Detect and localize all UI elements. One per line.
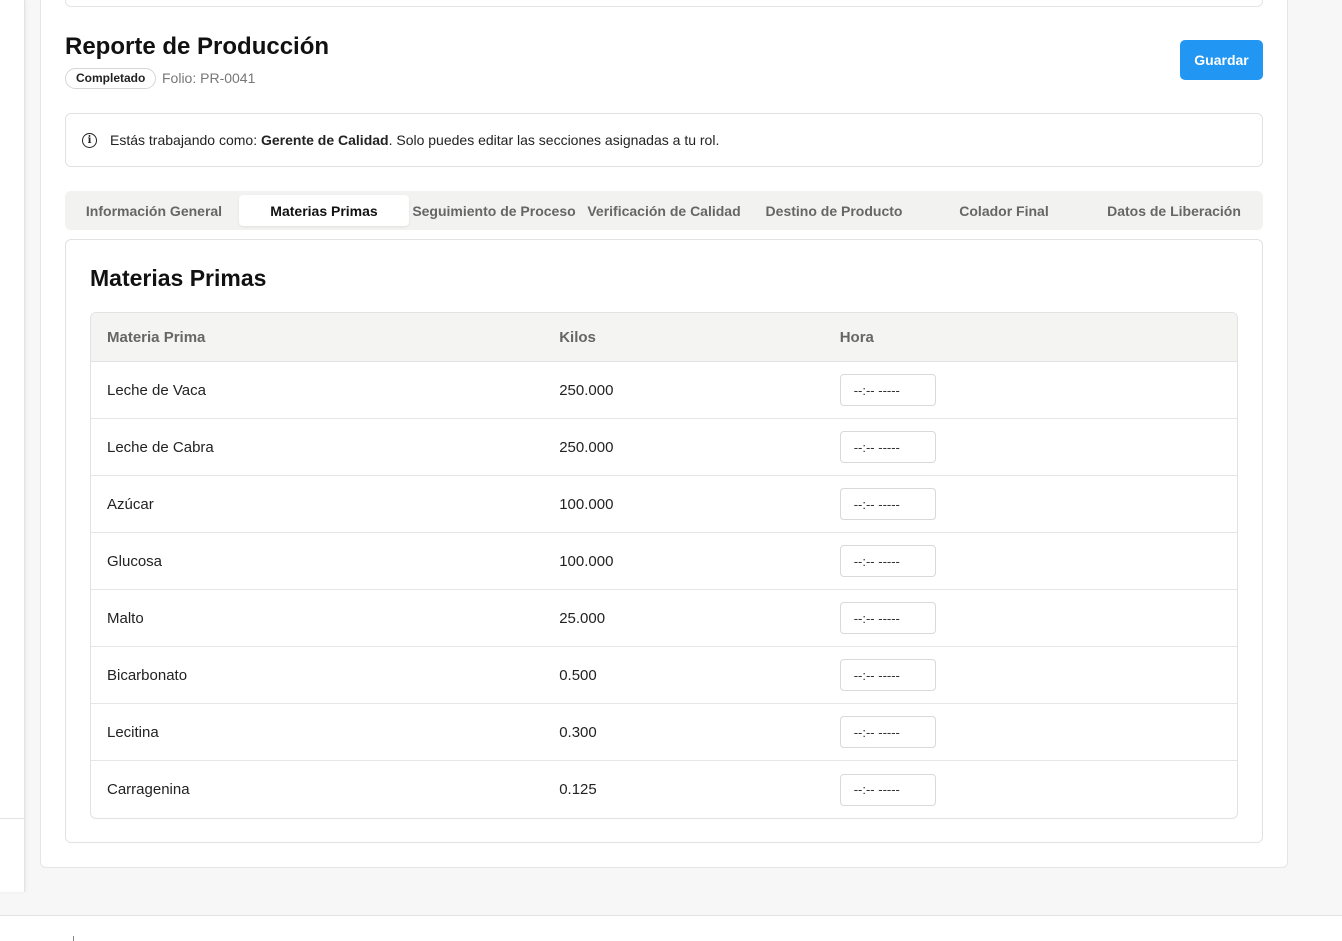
section-title: Materias Primas <box>90 265 267 291</box>
role-notice-text: Estás trabajando como: Gerente de Calida… <box>110 132 719 148</box>
column-header-hora: Hora <box>839 328 874 346</box>
material-name: Glucosa <box>107 552 163 570</box>
previous-card-edge <box>65 0 1263 7</box>
hora-cell: --:-- ----- <box>839 602 1237 634</box>
tab-destino-de-producto[interactable]: Destino de Producto <box>749 195 919 226</box>
tab-verificacion-de-calidad[interactable]: Verificación de Calidad <box>579 195 749 226</box>
column-header-materia-prima: Materia Prima <box>107 328 206 346</box>
hora-cell: --:-- ----- <box>839 545 1237 577</box>
role-notice: i Estás trabajando como: Gerente de Cali… <box>65 113 1263 167</box>
folio-value: PR-0041 <box>200 70 256 86</box>
tab-seguimiento-de-proceso[interactable]: Seguimiento de Proceso <box>409 195 579 226</box>
folio: Folio: PR-0041 <box>162 70 255 86</box>
hora-cell: --:-- ----- <box>839 716 1237 748</box>
time-input[interactable]: --:-- ----- <box>839 659 936 691</box>
materias-primas-table: Materia Prima Kilos Hora Leche de Vaca 2… <box>90 312 1238 819</box>
material-kilos: 100.000 <box>559 495 614 513</box>
table-row: Leche de Cabra 250.000 --:-- ----- <box>91 419 1237 476</box>
time-input[interactable]: --:-- ----- <box>839 545 936 577</box>
status-badge: Completado <box>65 68 157 89</box>
tab-informacion-general[interactable]: Información General <box>69 195 239 226</box>
role-name: Gerente de Calidad <box>260 132 389 148</box>
role-notice-suffix: . Solo puedes editar las secciones asign… <box>388 132 720 148</box>
sidebar-divider <box>0 818 25 819</box>
material-kilos: 25.000 <box>559 609 606 627</box>
material-name: Bicarbonato <box>107 666 188 684</box>
left-sidebar <box>0 0 25 892</box>
table-row: Carragenina 0.125 --:-- ----- <box>91 761 1237 818</box>
material-name: Leche de Vaca <box>107 381 206 399</box>
material-kilos: 250.000 <box>559 381 614 399</box>
table-row: Azúcar 100.000 --:-- ----- <box>91 476 1237 533</box>
time-input[interactable]: --:-- ----- <box>839 374 936 406</box>
material-name: Leche de Cabra <box>107 438 214 456</box>
tab-colador-final[interactable]: Colador Final <box>919 195 1089 226</box>
materias-primas-section: Materias Primas Materia Prima Kilos Hora… <box>65 239 1263 843</box>
material-kilos: 0.125 <box>559 781 597 798</box>
time-input[interactable]: --:-- ----- <box>839 488 936 520</box>
time-input[interactable]: --:-- ----- <box>839 773 936 806</box>
material-name: Malto <box>107 609 144 627</box>
material-kilos: 0.300 <box>559 723 597 741</box>
material-kilos: 0.500 <box>559 666 597 684</box>
table-row: Glucosa 100.000 --:-- ----- <box>91 533 1237 590</box>
folio-label: Folio: <box>162 70 197 86</box>
page-title: Reporte de Producción <box>65 33 330 60</box>
hora-cell: --:-- ----- <box>839 773 1237 806</box>
material-name: Azúcar <box>107 495 154 513</box>
bottom-bar-mark <box>73 936 74 941</box>
time-input[interactable]: --:-- ----- <box>839 602 936 634</box>
hora-cell: --:-- ----- <box>839 374 1237 406</box>
hora-cell: --:-- ----- <box>839 488 1237 520</box>
info-icon: i <box>82 132 97 148</box>
section-tabs: Información General Materias Primas Segu… <box>65 191 1263 230</box>
save-button[interactable]: Guardar <box>1180 40 1263 80</box>
material-name: Carragenina <box>107 781 190 798</box>
hora-cell: --:-- ----- <box>839 659 1237 691</box>
material-kilos: 100.000 <box>559 552 614 570</box>
column-header-kilos: Kilos <box>559 328 596 346</box>
material-name: Lecitina <box>107 723 159 741</box>
time-input[interactable]: --:-- ----- <box>839 716 936 748</box>
table-row: Lecitina 0.300 --:-- ----- <box>91 704 1237 761</box>
bottom-bar <box>0 915 1342 941</box>
material-kilos: 250.000 <box>559 438 614 456</box>
time-input[interactable]: --:-- ----- <box>839 431 936 463</box>
table-row: Bicarbonato 0.500 --:-- ----- <box>91 647 1237 704</box>
table-row: Leche de Vaca 250.000 --:-- ----- <box>91 362 1237 419</box>
tab-datos-de-liberacion[interactable]: Datos de Liberación <box>1089 195 1259 226</box>
role-notice-prefix: Estás trabajando como: <box>110 132 261 148</box>
hora-cell: --:-- ----- <box>839 431 1237 463</box>
table-row: Malto 25.000 --:-- ----- <box>91 590 1237 647</box>
table-header: Materia Prima Kilos Hora <box>91 313 1237 362</box>
tab-materias-primas[interactable]: Materias Primas <box>239 195 409 226</box>
